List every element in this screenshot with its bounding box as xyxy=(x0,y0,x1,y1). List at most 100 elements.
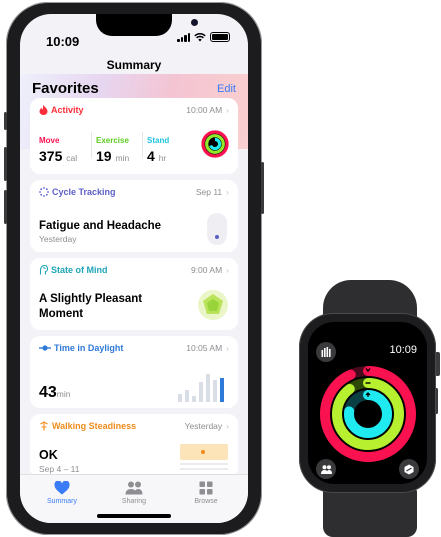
stand-label: Stand xyxy=(147,136,170,145)
exercise-number: 19 xyxy=(96,148,112,164)
mind-headline-line-2: Moment xyxy=(39,308,84,320)
tab-browse[interactable]: Browse xyxy=(176,481,236,505)
tab-browse-label: Browse xyxy=(194,498,218,505)
walking-steadiness-card[interactable]: Walking Steadiness Yesterday › OK Sep 4 –… xyxy=(30,414,238,478)
divider xyxy=(142,132,143,158)
action-button xyxy=(4,112,7,130)
tab-bar: Summary Sharing Browse xyxy=(20,474,248,523)
mood-flower-icon xyxy=(198,290,228,320)
status-time: 10:09 xyxy=(46,34,80,49)
state-of-mind-card[interactable]: State of Mind 9:00 AM › A Slightly Pleasa… xyxy=(30,258,238,330)
activity-title: Activity xyxy=(51,105,84,115)
watch-screen: 10:09 xyxy=(308,322,427,484)
chevron-right-icon: › xyxy=(226,265,229,275)
walking-date: Yesterday › xyxy=(185,421,229,431)
walking-title: Walking Steadiness xyxy=(52,421,137,431)
heart-icon xyxy=(54,481,70,495)
mind-headline-line-1: A Slightly Pleasant xyxy=(39,293,143,305)
watch-activity-rings xyxy=(320,366,416,462)
daylight-title: Time in Daylight xyxy=(54,343,124,353)
move-unit: cal xyxy=(66,153,78,163)
activity-time-text: 10:00 AM xyxy=(186,105,223,115)
phone-screen: 10:09 Summary Favorites Edit Activity 10… xyxy=(20,14,248,523)
cycle-day-indicator xyxy=(207,213,227,245)
chevron-right-icon: › xyxy=(226,343,229,353)
mind-time: 9:00 AM › xyxy=(191,265,229,275)
tab-summary[interactable]: Summary xyxy=(32,481,92,505)
activity-time: 10:00 AM › xyxy=(186,105,229,115)
cycle-card-header: Cycle Tracking xyxy=(39,187,116,197)
volume-up-button xyxy=(4,147,7,181)
volume-down-button xyxy=(4,190,7,224)
stand-unit: hr xyxy=(158,153,167,163)
chevron-right-icon: › xyxy=(226,105,229,115)
activity-card-header: Activity xyxy=(39,105,84,115)
page-title: Summary xyxy=(106,58,162,72)
walking-card-header: Walking Steadiness xyxy=(39,421,136,431)
cycle-title: Cycle Tracking xyxy=(52,187,116,197)
cycle-headline: Fatigue and Headache xyxy=(39,220,162,232)
stand-value: 4 hr xyxy=(147,148,166,164)
stand-number: 4 xyxy=(147,148,155,164)
tab-sharing[interactable]: Sharing xyxy=(104,481,164,505)
wifi-icon xyxy=(194,32,206,42)
exercise-value: 19 min xyxy=(96,148,129,164)
iphone-device: 10:09 Summary Favorites Edit Activity 10… xyxy=(4,2,264,535)
daylight-unit: min xyxy=(56,389,71,399)
status-icons xyxy=(177,32,230,42)
watch-metrics-button[interactable] xyxy=(316,342,336,362)
cycle-dot-icon xyxy=(215,235,219,239)
cycle-icon xyxy=(39,187,49,197)
battery-icon xyxy=(210,32,230,42)
sharing-icon xyxy=(125,481,143,495)
exercise-unit: min xyxy=(115,153,130,163)
move-label: Move xyxy=(39,136,60,145)
watch-band-bottom xyxy=(323,488,417,537)
walking-subtitle: Sep 4 – 11 xyxy=(39,464,80,474)
home-indicator xyxy=(97,514,171,518)
cycle-date-text: Sep 11 xyxy=(195,187,223,197)
cycle-subtitle: Yesterday xyxy=(39,234,77,244)
steadiness-line xyxy=(180,468,228,470)
move-number: 375 xyxy=(39,148,63,164)
cycle-date: Sep 11 › xyxy=(196,187,229,197)
camera-icon xyxy=(191,19,198,26)
tab-summary-label: Summary xyxy=(47,498,77,505)
move-value: 375 cal xyxy=(39,148,77,164)
activity-rings-icon xyxy=(201,130,229,158)
daylight-card[interactable]: Time in Daylight 10:05 AM › 43min xyxy=(30,336,238,408)
tab-sharing-label: Sharing xyxy=(121,498,147,505)
exercise-label: Exercise xyxy=(96,136,129,145)
steadiness-line xyxy=(180,463,228,465)
daylight-mini-chart xyxy=(178,374,224,402)
signal-icon xyxy=(177,32,190,42)
browse-icon xyxy=(199,481,213,495)
mind-icon xyxy=(39,265,48,275)
mind-title: State of Mind xyxy=(51,265,108,275)
watch-time: 10:09 xyxy=(389,344,417,356)
daylight-icon xyxy=(39,345,51,351)
side-button xyxy=(261,162,264,214)
favorites-heading: Favorites xyxy=(32,80,99,97)
flame-icon xyxy=(39,105,48,115)
walking-icon xyxy=(40,421,48,431)
steadiness-band xyxy=(180,444,228,460)
award-hexagon-icon xyxy=(404,464,414,474)
mind-time-text: 9:00 AM xyxy=(190,265,223,275)
watch-sharing-button[interactable] xyxy=(316,459,336,479)
daylight-time-text: 10:05 AM xyxy=(186,343,223,353)
steadiness-dot-icon xyxy=(201,450,205,454)
mind-card-header: State of Mind xyxy=(39,265,108,275)
walking-value: OK xyxy=(39,448,58,462)
divider xyxy=(91,132,92,158)
people-icon xyxy=(320,464,332,474)
watch-awards-button[interactable] xyxy=(399,459,419,479)
chevron-right-icon: › xyxy=(226,187,229,197)
edit-button[interactable]: Edit xyxy=(217,83,236,95)
cycle-tracking-card[interactable]: Cycle Tracking Sep 11 › Fatigue and Heada… xyxy=(30,180,238,252)
chevron-right-icon: › xyxy=(226,421,229,431)
walking-date-text: Yesterday xyxy=(184,421,223,431)
daylight-number: 43 xyxy=(39,384,57,401)
activity-card[interactable]: Activity 10:00 AM › Move 375 cal Exercise… xyxy=(30,98,238,174)
apple-watch-device: 10:09 xyxy=(299,313,436,493)
